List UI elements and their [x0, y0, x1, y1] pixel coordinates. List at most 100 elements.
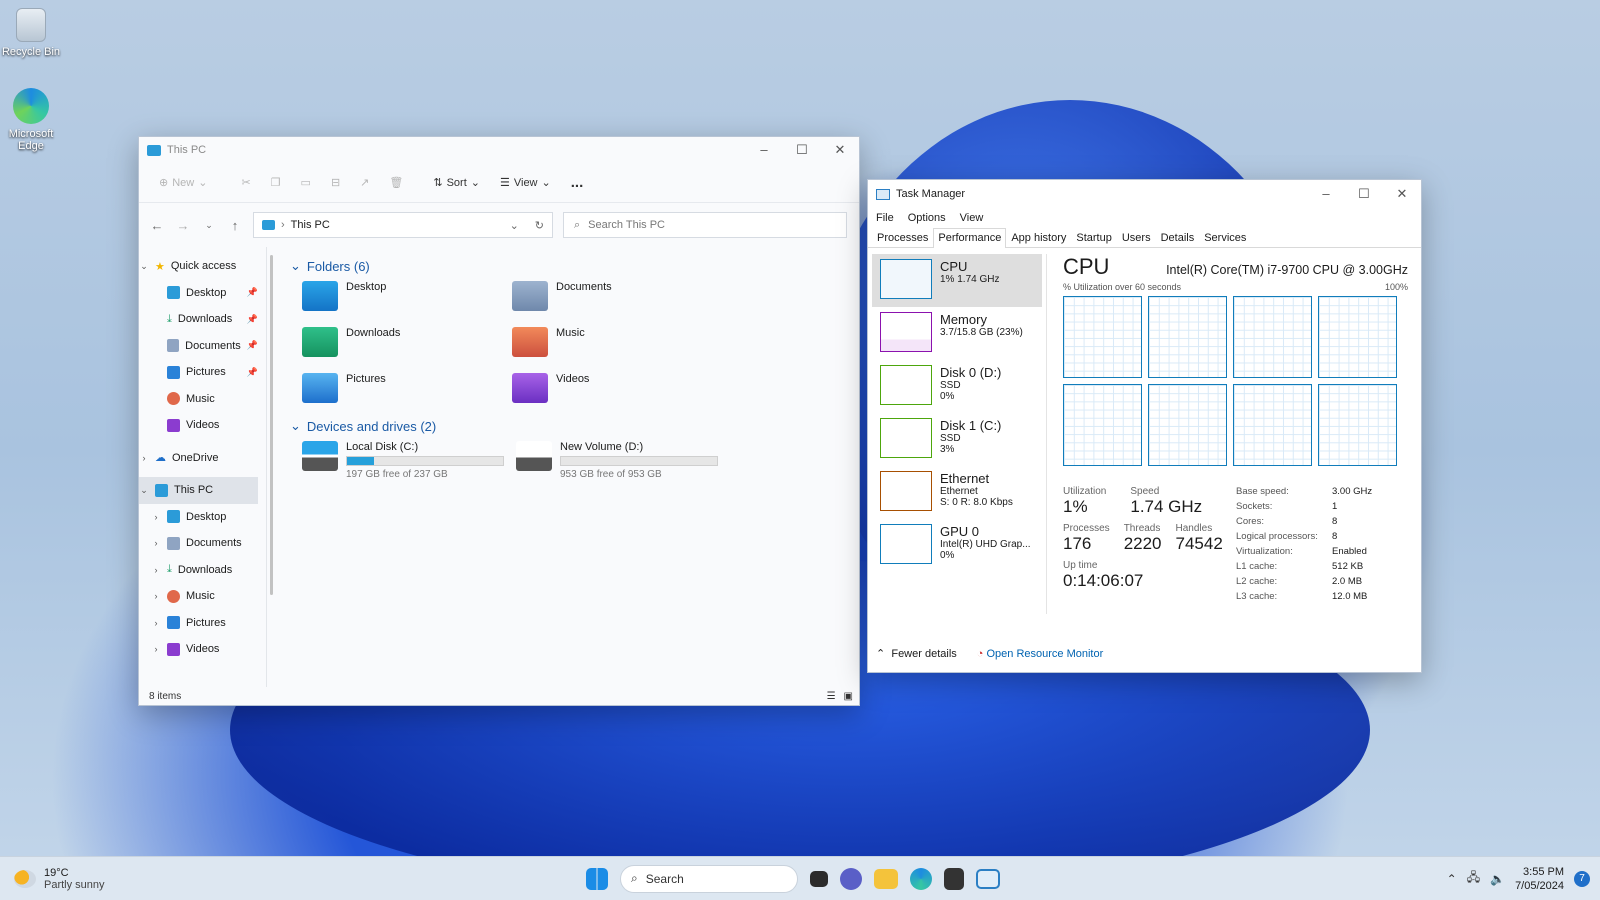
- paste-button[interactable]: ▭: [293, 172, 319, 193]
- nav-qa-videos[interactable]: Videos: [139, 412, 266, 439]
- tab-users[interactable]: Users: [1117, 228, 1156, 247]
- taskmgr-titlebar[interactable]: Task Manager – ☐ ✕: [868, 180, 1421, 208]
- new-button[interactable]: ⊕ New ⌄: [151, 172, 215, 193]
- tab-processes[interactable]: Processes: [872, 228, 933, 247]
- recent-chevron-icon[interactable]: ⌄: [201, 220, 217, 231]
- chevron-down-icon[interactable]: ⌄: [290, 258, 301, 274]
- close-button[interactable]: ✕: [821, 142, 859, 158]
- address-bar[interactable]: › This PC ⌄ ↻: [253, 212, 553, 238]
- rename-button[interactable]: ⊟: [323, 172, 348, 193]
- minimize-button[interactable]: –: [745, 142, 783, 158]
- nav-qa-desktop[interactable]: Desktop 📌: [139, 280, 266, 307]
- folder-downloads[interactable]: Downloads: [302, 327, 512, 359]
- chevron-right-icon[interactable]: ›: [151, 538, 161, 548]
- nav-quick-access[interactable]: ⌄ ★ Quick access: [139, 253, 266, 280]
- refresh-icon[interactable]: ↻: [535, 219, 544, 232]
- tiles-view-icon[interactable]: ▣: [844, 691, 853, 702]
- share-button[interactable]: ↗: [352, 172, 377, 193]
- delete-button[interactable]: 🗑: [381, 172, 411, 193]
- tab-services[interactable]: Services: [1199, 228, 1251, 247]
- teams-chat-icon[interactable]: [840, 867, 862, 890]
- details-view-icon[interactable]: ☰: [827, 691, 836, 702]
- menu-file[interactable]: File: [876, 212, 894, 224]
- network-icon[interactable]: 🖧: [1467, 868, 1480, 889]
- recycle-bin-icon[interactable]: Recycle Bin: [0, 8, 66, 58]
- nav-pc-music[interactable]: › Music: [139, 583, 266, 610]
- chevron-down-icon[interactable]: ⌄: [510, 219, 519, 232]
- nav-pc-documents[interactable]: › Documents: [139, 530, 266, 557]
- nav-this-pc[interactable]: ⌄ This PC: [139, 477, 258, 504]
- nav-qa-downloads[interactable]: ⤓ Downloads 📌: [139, 306, 266, 333]
- chevron-right-icon[interactable]: ›: [151, 618, 161, 628]
- chevron-right-icon[interactable]: ›: [151, 512, 161, 522]
- resource-disk0[interactable]: Disk 0 (D:) SSD 0%: [872, 360, 1042, 413]
- chevron-right-icon[interactable]: ›: [151, 644, 161, 654]
- explorer-titlebar[interactable]: This PC – ☐ ✕: [139, 137, 859, 163]
- drives-section-header[interactable]: ⌄ Devices and drives (2): [290, 415, 845, 437]
- task-manager-taskbar-icon[interactable]: [976, 868, 1000, 889]
- resource-gpu[interactable]: GPU 0 Intel(R) UHD Grap... 0%: [872, 519, 1042, 572]
- menu-view[interactable]: View: [960, 212, 984, 224]
- search-input[interactable]: ⌕ Search This PC: [563, 212, 847, 238]
- copy-button[interactable]: ❐: [263, 172, 289, 193]
- close-button[interactable]: ✕: [1383, 186, 1421, 202]
- folder-music[interactable]: Music: [512, 327, 722, 359]
- folder-videos[interactable]: Videos: [512, 373, 722, 405]
- start-button[interactable]: [586, 867, 608, 890]
- nav-scrollbar[interactable]: [270, 255, 273, 595]
- chevron-down-icon[interactable]: ⌄: [290, 418, 301, 434]
- nav-qa-documents[interactable]: Documents 📌: [139, 333, 266, 360]
- chevron-down-icon[interactable]: ⌄: [139, 485, 149, 496]
- nav-onedrive[interactable]: › ☁ OneDrive: [139, 445, 266, 472]
- more-options-button[interactable]: ...: [563, 170, 592, 195]
- store-icon[interactable]: [944, 867, 964, 890]
- resource-ethernet[interactable]: Ethernet Ethernet S: 0 R: 8.0 Kbps: [872, 466, 1042, 519]
- back-arrow-icon[interactable]: ←: [149, 218, 165, 233]
- chevron-right-icon[interactable]: ›: [151, 591, 161, 601]
- task-view-icon[interactable]: [810, 870, 828, 887]
- nav-qa-pictures[interactable]: Pictures 📌: [139, 359, 266, 386]
- maximize-button[interactable]: ☐: [1345, 186, 1383, 202]
- folder-pictures[interactable]: Pictures: [302, 373, 512, 405]
- nav-pc-desktop[interactable]: › Desktop: [139, 504, 266, 531]
- tab-details[interactable]: Details: [1156, 228, 1200, 247]
- menu-options[interactable]: Options: [908, 212, 946, 224]
- fewer-details-button[interactable]: ⌃ Fewer details: [876, 647, 957, 660]
- chevron-right-icon[interactable]: ›: [139, 453, 149, 463]
- chevron-down-icon[interactable]: ⌄: [139, 261, 149, 272]
- cut-button[interactable]: ✂: [233, 172, 258, 193]
- taskbar-search[interactable]: ⌕ Search: [620, 864, 798, 893]
- folder-desktop[interactable]: Desktop: [302, 281, 512, 313]
- tab-app-history[interactable]: App history: [1006, 228, 1071, 247]
- weather-widget[interactable]: 19°C Partly sunny: [0, 867, 300, 891]
- drive-c[interactable]: Local Disk (C:) 197 GB free of 237 GB: [302, 441, 512, 480]
- clock[interactable]: 3:55 PM 7/05/2024: [1515, 865, 1564, 893]
- nav-pc-downloads[interactable]: › ⤓ Downloads: [139, 557, 266, 584]
- folder-documents[interactable]: Documents: [512, 281, 722, 313]
- edge-desktop-icon[interactable]: Microsoft Edge: [0, 88, 66, 152]
- maximize-button[interactable]: ☐: [783, 142, 821, 158]
- chevron-right-icon[interactable]: ›: [151, 565, 161, 575]
- tab-startup[interactable]: Startup: [1071, 228, 1116, 247]
- volume-icon[interactable]: 🔈: [1490, 872, 1505, 886]
- forward-arrow-icon[interactable]: →: [175, 218, 191, 233]
- resource-monitor-link[interactable]: ◔ Open Resource Monitor: [977, 648, 1104, 660]
- view-button[interactable]: ☰ View ⌄: [492, 172, 559, 193]
- up-arrow-icon[interactable]: ↑: [227, 218, 243, 233]
- file-explorer-icon[interactable]: [874, 868, 898, 889]
- nav-pc-videos[interactable]: › Videos: [139, 636, 266, 663]
- resource-cpu[interactable]: CPU 1% 1.74 GHz: [872, 254, 1042, 307]
- resource-memory[interactable]: Memory 3.7/15.8 GB (23%): [872, 307, 1042, 360]
- edge-icon[interactable]: [910, 867, 932, 890]
- breadcrumb[interactable]: This PC: [291, 219, 330, 231]
- drive-d[interactable]: New Volume (D:) 953 GB free of 953 GB: [516, 441, 726, 480]
- nav-pc-pictures[interactable]: › Pictures: [139, 610, 266, 637]
- resource-disk1[interactable]: Disk 1 (C:) SSD 3%: [872, 413, 1042, 466]
- folders-section-header[interactable]: ⌄ Folders (6): [290, 255, 845, 277]
- minimize-button[interactable]: –: [1307, 186, 1345, 202]
- sort-button[interactable]: ⇅ Sort ⌄: [425, 172, 488, 193]
- nav-qa-music[interactable]: Music: [139, 386, 266, 413]
- tab-performance[interactable]: Performance: [933, 228, 1007, 248]
- chevron-up-icon[interactable]: ⌃: [1447, 872, 1457, 886]
- notification-badge[interactable]: 7: [1574, 870, 1590, 887]
